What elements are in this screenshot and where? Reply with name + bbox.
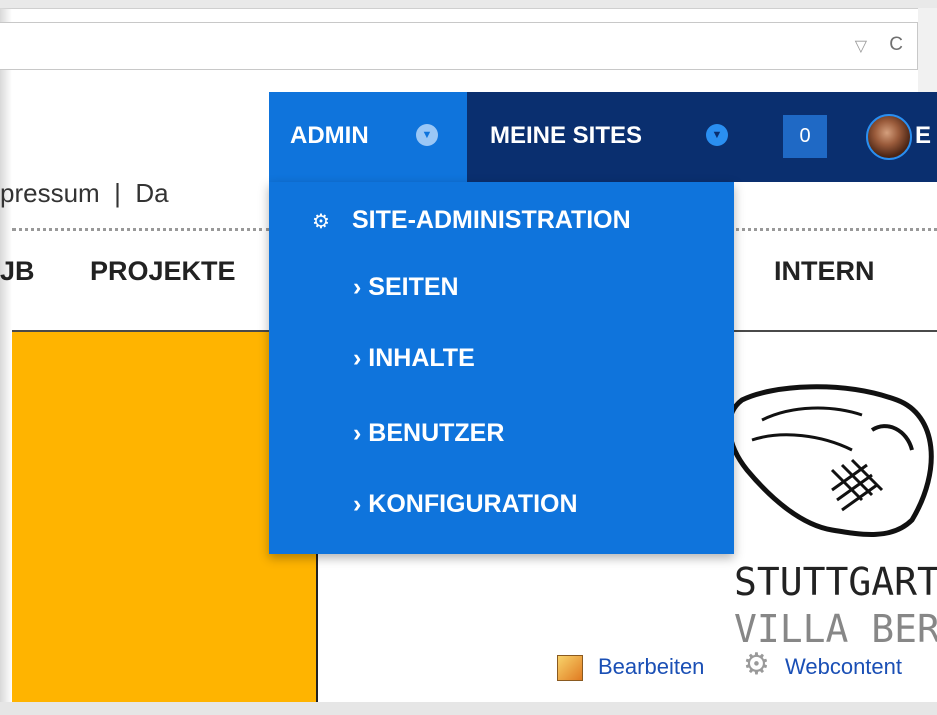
dotted-divider xyxy=(12,228,270,231)
menu-item-label: INHALTE xyxy=(368,344,475,372)
menu-item-konfiguration[interactable]: › KONFIGURATION xyxy=(353,490,578,519)
gear-icon[interactable]: ⚙ xyxy=(743,650,770,680)
menu-item-benutzer[interactable]: › BENUTZER xyxy=(353,419,504,448)
menu-item-label: KONFIGURATION xyxy=(368,490,578,518)
logo-line1: STUTTGART xyxy=(734,560,937,604)
url-dropdown-icon[interactable]: ▽ xyxy=(855,36,867,56)
chevron-right-icon: › xyxy=(353,490,362,518)
settings-gear-icon: ⚙ xyxy=(312,211,330,233)
my-sites-tab-label[interactable]: MEINE SITES xyxy=(490,122,642,150)
notification-count-badge[interactable]: 0 xyxy=(783,115,827,158)
menu-item-label: BENUTZER xyxy=(368,419,505,447)
window-bottom-edge xyxy=(0,702,937,715)
logo-line2: VILLA BERG xyxy=(734,607,937,645)
site-administration-header[interactable]: SITE-ADMINISTRATION xyxy=(352,206,631,235)
villa-berg-logo: STUTTGART VILLA BERG xyxy=(712,380,937,651)
menu-item-label: SEITEN xyxy=(368,273,459,301)
chevron-right-icon: › xyxy=(353,419,362,447)
skull-logo-icon: STUTTGART VILLA BERG xyxy=(726,384,937,651)
chevron-right-icon: › xyxy=(353,273,362,301)
browser-top-frame xyxy=(0,0,937,9)
user-avatar[interactable] xyxy=(866,114,912,160)
admin-chevron-down-icon[interactable]: ▼ xyxy=(416,124,438,146)
nav-item-projekte[interactable]: PROJEKTE xyxy=(90,256,236,287)
nav-item-club[interactable]: JB xyxy=(0,256,35,287)
menu-item-inhalte[interactable]: › INHALTE xyxy=(353,344,475,373)
browser-scroll-strip xyxy=(918,8,937,96)
top-links[interactable]: pressum | Da xyxy=(0,178,169,209)
chevron-right-icon: › xyxy=(353,344,362,372)
edit-pencil-icon[interactable] xyxy=(557,655,583,681)
my-sites-chevron-down-icon[interactable]: ▼ xyxy=(706,124,728,146)
menu-item-seiten[interactable]: › SEITEN xyxy=(353,273,459,302)
webcontent-link[interactable]: Webcontent xyxy=(785,654,902,680)
nav-item-intern[interactable]: INTERN xyxy=(774,256,875,287)
edit-link[interactable]: Bearbeiten xyxy=(598,654,704,680)
left-window-shadow xyxy=(0,8,12,708)
reload-icon[interactable]: C xyxy=(889,34,903,56)
address-bar[interactable]: ▽ C xyxy=(0,22,918,70)
dotted-divider-right xyxy=(736,228,937,231)
admin-tab-label[interactable]: ADMIN xyxy=(290,122,369,150)
user-name-label[interactable]: E xyxy=(915,122,931,150)
